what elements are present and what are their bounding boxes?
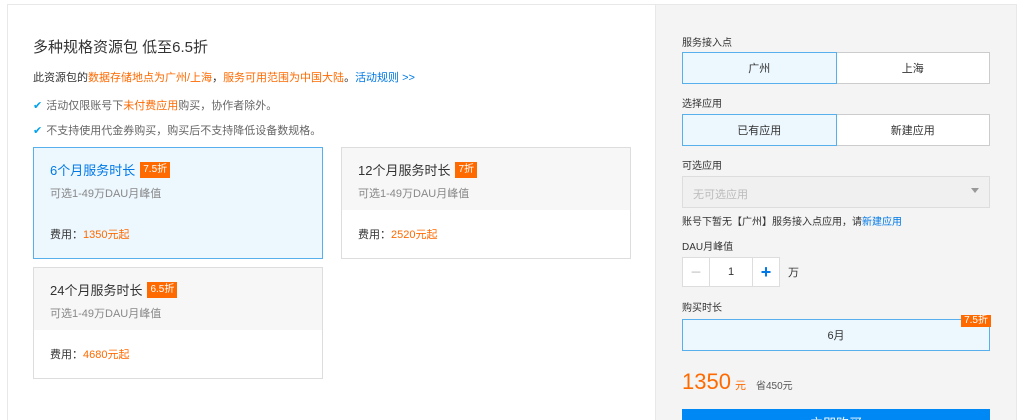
package-description: 此资源包的数据存储地点为广州/上海，服务可用范围为中国大陆。活动规则 >> — [33, 69, 415, 85]
package-panel: 多种规格资源包 低至6.5折 此资源包的数据存储地点为广州/上海，服务可用范围为… — [7, 4, 656, 420]
available-app-label: 可选应用 — [682, 161, 722, 172]
buy-now-button[interactable]: 立即购买 — [682, 409, 990, 420]
app-option-new[interactable]: 新建应用 — [836, 114, 990, 146]
plan-name: 12个月服务时长 — [358, 163, 451, 178]
discount-badge: 7折 — [455, 161, 478, 178]
fee-label: 费用： — [50, 229, 83, 241]
desc-comma: ， — [212, 72, 224, 84]
duration-discount-badge: 7.5折 — [961, 315, 991, 327]
duration-option[interactable]: 6月 7.5折 — [682, 315, 991, 351]
plan-fee: 费用：1350元起 — [50, 226, 129, 242]
purchase-panel: 服务接入点 广州 上海 选择应用 已有应用 新建应用 可选应用 无可选应用 账号… — [656, 4, 1017, 420]
discount-badge: 7.5折 — [140, 161, 171, 178]
plan-card-6-months[interactable]: 6个月服务时长 7.5折 可选1-49万DAU月峰值 费用：1350元起 — [33, 147, 323, 259]
note-text: 购买，协作者除外。 — [178, 100, 278, 112]
plan-card-24-months[interactable]: 24个月服务时长 6.5折 可选1-49万DAU月峰值 费用：4680元起 — [33, 267, 323, 379]
plan-name: 24个月服务时长 — [50, 283, 143, 298]
note-item: ✔ 不支持使用代金券购买，购买后不支持降低设备数规格。 — [33, 122, 321, 138]
page-title: 多种规格资源包 低至6.5折 — [33, 39, 209, 56]
plan-name: 6个月服务时长 — [50, 163, 136, 178]
dau-stepper: − 1 + 万 — [682, 257, 799, 287]
note-highlight: 未付费应用 — [123, 100, 179, 112]
fee-price: 2520元起 — [391, 229, 438, 241]
available-app-select[interactable]: 无可选应用 — [682, 176, 990, 208]
hint-text: 账号下暂无【广州】服务接入点应用，请 — [682, 217, 862, 228]
create-app-link[interactable]: 新建应用 — [862, 217, 902, 228]
plan-range: 可选1-49万DAU月峰值 — [50, 308, 162, 320]
app-label: 选择应用 — [682, 99, 722, 110]
discount-badge: 6.5折 — [147, 281, 178, 298]
plan-range: 可选1-49万DAU月峰值 — [358, 188, 470, 200]
no-app-hint: 账号下暂无【广州】服务接入点应用，请新建应用 — [682, 213, 902, 228]
fee-price: 1350元起 — [83, 229, 130, 241]
duration-value: 6月 — [827, 330, 845, 342]
access-point-label: 服务接入点 — [682, 38, 732, 49]
plan-fee: 费用：2520元起 — [358, 226, 437, 242]
app-option-existing[interactable]: 已有应用 — [682, 114, 837, 146]
app-selector: 已有应用 新建应用 — [682, 114, 990, 146]
fee-label: 费用： — [50, 349, 83, 361]
select-placeholder: 无可选应用 — [693, 189, 748, 201]
check-icon: ✔ — [33, 125, 43, 137]
desc-period: 。 — [344, 72, 356, 84]
note-text: 不支持使用代金券购买，购买后不支持降低设备数规格。 — [46, 125, 322, 137]
plan-fee: 费用：4680元起 — [50, 346, 129, 362]
dau-label: DAU月峰值 — [682, 242, 734, 253]
decrement-button[interactable]: − — [682, 257, 710, 287]
access-option-guangzhou[interactable]: 广州 — [682, 52, 837, 84]
check-icon: ✔ — [33, 100, 43, 112]
plan-card-12-months[interactable]: 12个月服务时长 7折 可选1-49万DAU月峰值 费用：2520元起 — [341, 147, 631, 259]
desc-text: 此资源包的 — [33, 72, 88, 84]
plan-range: 可选1-49万DAU月峰值 — [50, 188, 162, 200]
activity-rules-link[interactable]: 活动规则 >> — [355, 72, 415, 84]
note-item: ✔ 活动仅限账号下未付费应用购买，协作者除外。 — [33, 97, 277, 113]
dau-unit: 万 — [788, 267, 799, 279]
chevron-down-icon — [971, 188, 979, 193]
increment-button[interactable]: + — [752, 257, 780, 287]
total-amount: 1350 — [682, 369, 731, 394]
total-currency: 元 — [734, 380, 746, 392]
desc-service-range: 服务可用范围为中国大陆 — [223, 72, 345, 84]
dau-value[interactable]: 1 — [710, 257, 752, 287]
access-point-selector: 广州 上海 — [682, 52, 990, 84]
desc-storage-location: 数据存储地点为广州/上海 — [88, 72, 213, 84]
fee-price: 4680元起 — [83, 349, 130, 361]
duration-label: 购买时长 — [682, 303, 722, 314]
fee-label: 费用： — [358, 229, 391, 241]
total-savings: 省450元 — [755, 381, 793, 392]
note-text: 活动仅限账号下 — [46, 100, 124, 112]
access-option-shanghai[interactable]: 上海 — [836, 52, 990, 84]
total-price: 1350 元省450元 — [682, 369, 793, 395]
